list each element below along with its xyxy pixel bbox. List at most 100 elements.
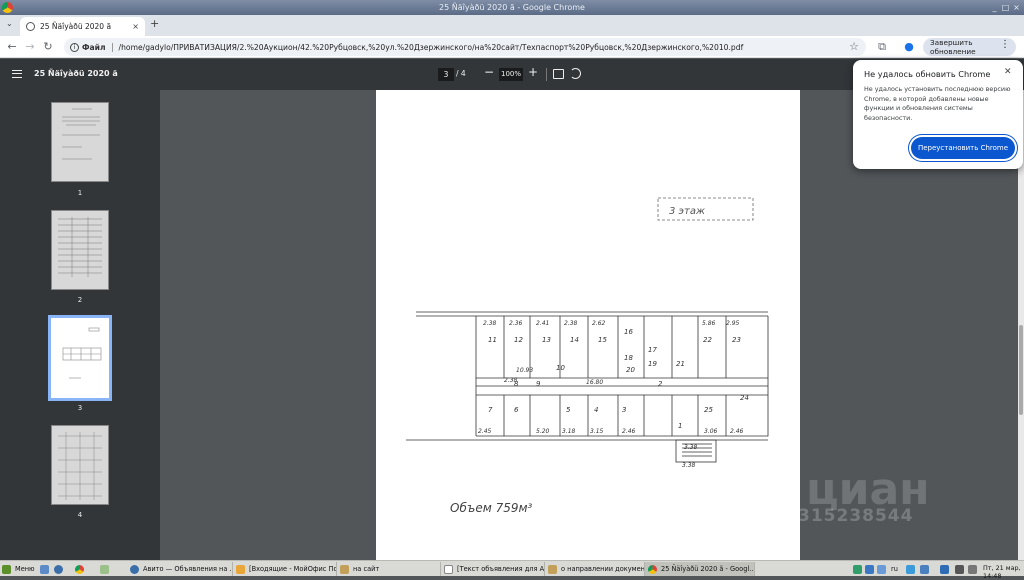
reload-icon[interactable]: ↻ — [40, 39, 56, 55]
fit-page-icon[interactable] — [553, 69, 564, 79]
taskbar-item-folder[interactable]: на сайт — [337, 562, 441, 576]
folder-icon — [548, 564, 557, 574]
svg-text:3: 3 — [622, 406, 626, 414]
tray-k-icon[interactable] — [853, 563, 862, 575]
svg-text:18: 18 — [624, 354, 633, 362]
rotate-icon[interactable] — [570, 68, 581, 79]
forward-icon[interactable]: → — [22, 39, 38, 55]
tab-search-icon[interactable]: ⌄ — [6, 19, 13, 28]
svg-text:15: 15 — [598, 336, 607, 344]
thumbnail-number: 3 — [77, 404, 83, 412]
svg-text:16: 16 — [624, 328, 633, 336]
pdf-title: 25 Ñäîyàðü 2020 ã — [34, 69, 118, 78]
tab-close-icon[interactable]: × — [132, 22, 139, 31]
keyboard-layout[interactable]: ru — [891, 563, 898, 575]
update-button[interactable]: Завершить обновление ⋮ — [923, 38, 1016, 56]
quicklaunch-icon[interactable] — [40, 563, 49, 575]
tray-volume-icon[interactable] — [968, 563, 977, 575]
start-label: Меню — [15, 565, 35, 573]
svg-text:3.06: 3.06 — [704, 428, 718, 435]
tab-strip: ⌄ 25 Ñäîyàðü 2020 ã × + — [0, 15, 1024, 36]
svg-text:3.38: 3.38 — [684, 444, 698, 451]
mail-icon — [236, 564, 245, 574]
globe-icon — [26, 22, 35, 31]
tray-bluetooth-icon[interactable] — [940, 563, 949, 575]
svg-text:9: 9 — [536, 380, 541, 388]
svg-text:11: 11 — [488, 336, 497, 344]
taskbar-item-text-doc[interactable]: [Текст объявления для А... — [441, 562, 545, 576]
taskbar-item-folder-2[interactable]: о направлении документ... — [545, 562, 645, 576]
tab-label: 25 Ñäîyàðü 2020 ã — [40, 22, 112, 31]
svg-text:2.38: 2.38 — [504, 377, 518, 384]
tray-display-icon[interactable] — [955, 563, 964, 575]
svg-text:2.38: 2.38 — [483, 320, 497, 327]
taskbar-item-chrome[interactable]: 25 Ñäîyàðü 2020 ã - Googl... — [645, 562, 755, 576]
site-chip[interactable]: Файл — [82, 42, 113, 52]
svg-text:14: 14 — [570, 336, 579, 344]
taskbar-item-myoffice[interactable]: [Входящие - МойОфис По... — [233, 562, 337, 576]
profile-icon[interactable]: ● — [901, 39, 917, 55]
thumbnail-page-4[interactable] — [51, 425, 109, 505]
svg-text:5: 5 — [566, 406, 571, 414]
maximize-icon[interactable]: □ — [1001, 3, 1010, 12]
tray-update-icon[interactable] — [865, 563, 874, 575]
zoom-in-icon[interactable]: + — [528, 65, 538, 79]
svg-text:2.45: 2.45 — [478, 428, 492, 435]
thumbnail-page-1[interactable] — [51, 102, 109, 182]
thumbnail-page-2[interactable] — [51, 210, 109, 290]
taskbar: Меню Авито — Объявления на ... [Входящие… — [0, 560, 1024, 580]
more-menu-icon[interactable]: ⋮ — [1000, 39, 1010, 50]
menu-icon[interactable] — [12, 70, 22, 78]
back-icon[interactable]: ← — [4, 39, 20, 55]
new-tab-button[interactable]: + — [150, 17, 159, 30]
pdf-page: 3 этаж 2.38 2.36 2.41 2.38 2.62 5.86 2.9… — [376, 90, 800, 560]
yandex-icon[interactable] — [54, 563, 63, 575]
reinstall-chrome-button[interactable]: Переустановить Chrome — [911, 137, 1015, 159]
svg-text:2.41: 2.41 — [536, 320, 549, 327]
chrome-launcher-icon[interactable] — [75, 563, 84, 575]
svg-text:22: 22 — [703, 336, 712, 344]
minimize-icon[interactable]: _ — [990, 3, 999, 12]
address-bar[interactable]: i Файл /home/gadylo/ПРИВАТИЗАЦИЯ/2.%20Ау… — [64, 38, 866, 56]
window-titlebar: 25 Ñäîyàðü 2020 ã - Google Chrome _ □ × — [0, 0, 1024, 15]
start-menu-button[interactable]: Меню — [2, 563, 35, 575]
dialog-title: Не удалось обновить Chrome — [864, 69, 991, 79]
svg-text:6: 6 — [514, 406, 519, 414]
close-window-icon[interactable]: × — [1012, 3, 1021, 12]
info-icon[interactable]: i — [70, 42, 79, 52]
zoom-input[interactable]: 100% — [499, 68, 523, 81]
svg-text:5.86: 5.86 — [702, 320, 716, 327]
thumbnail-page-3[interactable] — [48, 315, 112, 401]
svg-text:12: 12 — [514, 336, 523, 344]
tab-active[interactable]: 25 Ñäîyàðü 2020 ã × — [20, 17, 145, 36]
scrollbar-thumb[interactable] — [1019, 325, 1023, 415]
folder-icon — [340, 564, 349, 574]
extensions-icon[interactable]: ⧉ — [874, 39, 890, 55]
svg-text:2.38: 2.38 — [564, 320, 578, 327]
svg-text:19: 19 — [648, 360, 657, 368]
svg-text:23: 23 — [732, 336, 741, 344]
bookmark-star-icon[interactable]: ☆ — [846, 39, 862, 55]
thumbnail-number: 1 — [77, 189, 83, 197]
chrome-icon — [648, 564, 657, 574]
files-icon[interactable] — [100, 563, 109, 575]
tray-chat-icon[interactable] — [906, 563, 915, 575]
url-text[interactable]: /home/gadylo/ПРИВАТИЗАЦИЯ/2.%20Аукцион/4… — [119, 43, 744, 52]
svg-text:25: 25 — [704, 406, 713, 414]
dialog-close-icon[interactable]: ✕ — [1004, 67, 1012, 77]
svg-text:2.95: 2.95 — [726, 320, 740, 327]
svg-text:3.18: 3.18 — [562, 428, 576, 435]
tray-network-icon[interactable] — [877, 563, 886, 575]
thumbnail-number: 4 — [77, 511, 83, 519]
page-number-input[interactable]: 3 — [438, 68, 454, 81]
svg-text:3.38: 3.38 — [682, 462, 696, 469]
tray-cloud-icon[interactable] — [920, 563, 929, 575]
update-failed-dialog: Не удалось обновить Chrome ✕ Не удалось … — [853, 60, 1023, 169]
clock[interactable]: Пт, 21 мар, 14:48 — [983, 564, 1024, 580]
svg-text:24: 24 — [740, 394, 749, 402]
toolbar-divider — [546, 68, 547, 81]
thumbnail-sidebar: 1 2 3 4 — [0, 90, 160, 560]
zoom-out-icon[interactable]: − — [484, 65, 494, 79]
page-total: / 4 — [456, 69, 466, 78]
taskbar-item-avito[interactable]: Авито — Объявления на ... — [127, 562, 233, 576]
